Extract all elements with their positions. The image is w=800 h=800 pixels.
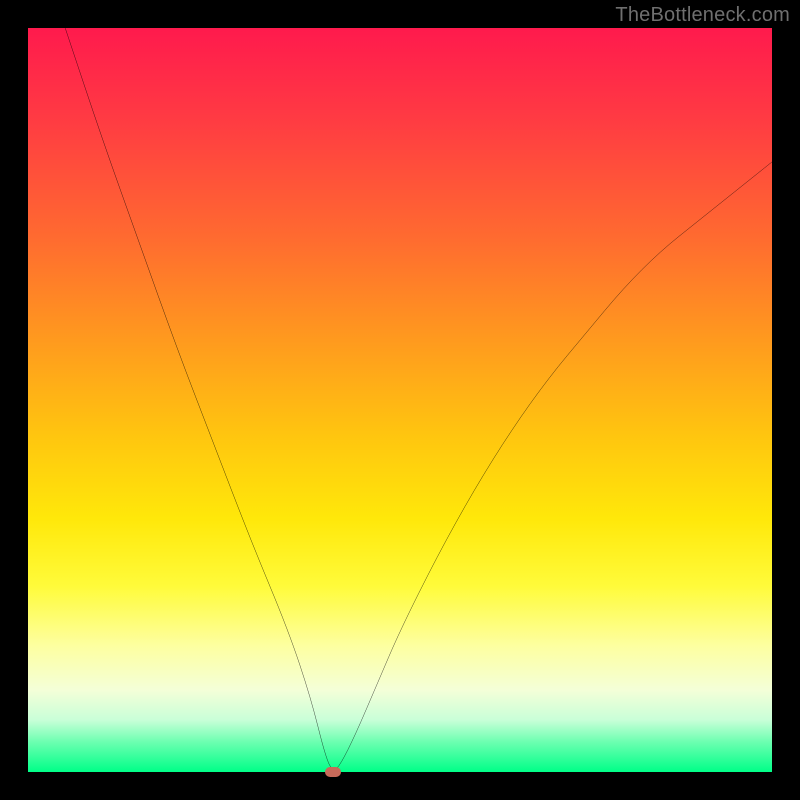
chart-frame: TheBottleneck.com [0,0,800,800]
watermark-text: TheBottleneck.com [615,4,790,27]
bottleneck-curve [28,28,772,772]
plot-area [28,28,772,772]
minimum-marker [325,767,341,777]
curve-path [65,28,772,770]
